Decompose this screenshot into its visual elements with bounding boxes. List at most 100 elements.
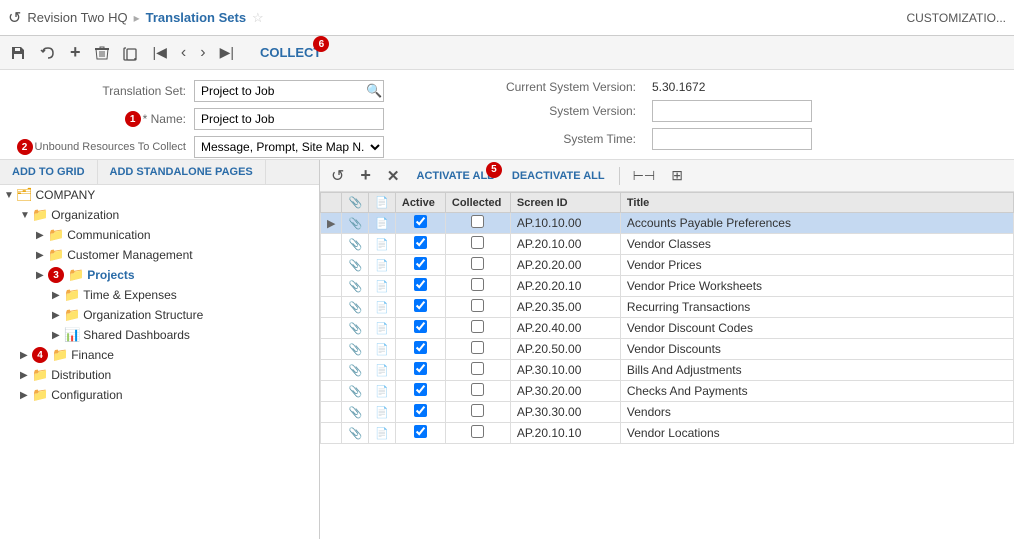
tree-item-org-structure[interactable]: ▶📁Organization Structure (0, 305, 319, 325)
tree-item-shared-dashboards[interactable]: ▶📊Shared Dashboards (0, 325, 319, 345)
collected-checkbox-2[interactable] (471, 257, 484, 270)
prev-button[interactable]: ‹ (177, 42, 190, 64)
grid-add-button[interactable]: + (355, 163, 376, 188)
collected-checkbox-7[interactable] (471, 362, 484, 375)
tree-item-communication[interactable]: ▶📁Communication (0, 225, 319, 245)
row-active-6[interactable] (395, 339, 445, 360)
row-collected-6[interactable] (445, 339, 510, 360)
row-collected-0[interactable] (445, 213, 510, 234)
expand-icon-distribution: ▶ (20, 370, 30, 381)
row-attach-6: 📎 (342, 339, 369, 360)
refresh-icon[interactable]: ↺ (8, 8, 21, 28)
save-button[interactable] (6, 43, 30, 63)
row-collected-9[interactable] (445, 402, 510, 423)
add-button[interactable]: + (66, 40, 85, 65)
row-active-4[interactable] (395, 297, 445, 318)
translation-set-search-button[interactable]: 🔍 (362, 83, 386, 99)
row-active-10[interactable] (395, 423, 445, 444)
folder-icon-organization: 📁 (32, 207, 48, 223)
collected-checkbox-3[interactable] (471, 278, 484, 291)
row-active-8[interactable] (395, 381, 445, 402)
row-collected-3[interactable] (445, 276, 510, 297)
copy-button[interactable] (119, 43, 143, 63)
active-checkbox-4[interactable] (414, 299, 427, 312)
active-checkbox-1[interactable] (414, 236, 427, 249)
collected-checkbox-0[interactable] (471, 215, 484, 228)
row-arrow-2 (321, 255, 342, 276)
tree-item-customer-management[interactable]: ▶📁Customer Management (0, 245, 319, 265)
row-collected-4[interactable] (445, 297, 510, 318)
table-row: 📎 📄 AP.20.35.00 Recurring Transactions (321, 297, 1014, 318)
tree-item-projects[interactable]: ▶3📁Projects (0, 265, 319, 285)
row-arrow-9 (321, 402, 342, 423)
active-checkbox-10[interactable] (414, 425, 427, 438)
table-row: ▶ 📎 📄 AP.10.10.00 Accounts Payable Prefe… (321, 213, 1014, 234)
translation-set-input[interactable]: Project to Job (195, 81, 362, 101)
add-standalone-button[interactable]: ADD STANDALONE PAGES (98, 160, 266, 184)
system-version-input[interactable] (652, 100, 812, 122)
tree-item-distribution[interactable]: ▶📁Distribution (0, 365, 319, 385)
active-checkbox-5[interactable] (414, 320, 427, 333)
active-checkbox-3[interactable] (414, 278, 427, 291)
row-attach-5: 📎 (342, 318, 369, 339)
active-checkbox-2[interactable] (414, 257, 427, 270)
tree-item-organization[interactable]: ▼📁Organization (0, 205, 319, 225)
last-button[interactable]: ▶| (216, 42, 238, 63)
active-checkbox-6[interactable] (414, 341, 427, 354)
tree-label-projects: Projects (87, 268, 134, 282)
expand-grid-button[interactable]: ⊞ (666, 165, 688, 186)
form-left: Translation Set: Project to Job 🔍 1 * Na… (16, 80, 466, 149)
active-checkbox-8[interactable] (414, 383, 427, 396)
row-collected-10[interactable] (445, 423, 510, 444)
row-collected-7[interactable] (445, 360, 510, 381)
row-active-7[interactable] (395, 360, 445, 381)
active-checkbox-9[interactable] (414, 404, 427, 417)
row-collected-2[interactable] (445, 255, 510, 276)
first-button[interactable]: |◀ (149, 42, 171, 63)
collected-checkbox-1[interactable] (471, 236, 484, 249)
collect-button-wrap: ▶| COLLECT 6 (216, 42, 328, 63)
collected-checkbox-4[interactable] (471, 299, 484, 312)
row-active-0[interactable] (395, 213, 445, 234)
tree-item-configuration[interactable]: ▶📁Configuration (0, 385, 319, 405)
fit-columns-button[interactable]: ⊢⊣ (628, 166, 661, 186)
row-collected-5[interactable] (445, 318, 510, 339)
delete-button[interactable] (91, 43, 113, 63)
row-note-8: 📄 (369, 381, 396, 402)
next-button[interactable]: › (196, 42, 209, 64)
collected-checkbox-9[interactable] (471, 404, 484, 417)
tree-item-time-expenses[interactable]: ▶📁Time & Expenses (0, 285, 319, 305)
grid-delete-button[interactable]: ✕ (382, 165, 405, 187)
row-collected-1[interactable] (445, 234, 510, 255)
active-checkbox-0[interactable] (414, 215, 427, 228)
system-time-input[interactable] (652, 128, 812, 150)
collected-checkbox-5[interactable] (471, 320, 484, 333)
collected-checkbox-6[interactable] (471, 341, 484, 354)
name-label: 1 * Name: (16, 111, 186, 127)
row-active-9[interactable] (395, 402, 445, 423)
deactivate-all-button[interactable]: DEACTIVATE ALL (506, 168, 611, 184)
add-to-grid-button[interactable]: ADD TO GRID (0, 160, 98, 184)
row-title-2: Vendor Prices (620, 255, 1013, 276)
table-row: 📎 📄 AP.20.10.10 Vendor Locations (321, 423, 1014, 444)
grid-refresh-button[interactable]: ↺ (326, 164, 349, 188)
unbound-select[interactable]: Message, Prompt, Site Map N... (194, 136, 384, 158)
row-attach-0: 📎 (342, 213, 369, 234)
tree-item-finance[interactable]: ▶4📁Finance (0, 345, 319, 365)
grid-table-wrap: 📎 📄 Active Collected Screen ID Title ▶ 📎… (320, 192, 1014, 539)
star-icon[interactable]: ☆ (252, 10, 264, 26)
row-active-3[interactable] (395, 276, 445, 297)
name-input[interactable]: Project to Job (194, 108, 384, 130)
row-active-1[interactable] (395, 234, 445, 255)
row-arrow-3 (321, 276, 342, 297)
tree-item-company[interactable]: ▼🗂COMPANY (0, 185, 319, 205)
collected-checkbox-8[interactable] (471, 383, 484, 396)
row-active-2[interactable] (395, 255, 445, 276)
current-version-label: Current System Version: (496, 80, 636, 94)
collected-checkbox-10[interactable] (471, 425, 484, 438)
active-checkbox-7[interactable] (414, 362, 427, 375)
row-collected-8[interactable] (445, 381, 510, 402)
row-active-5[interactable] (395, 318, 445, 339)
expand-icon-configuration: ▶ (20, 390, 30, 401)
undo-button[interactable] (36, 43, 60, 63)
